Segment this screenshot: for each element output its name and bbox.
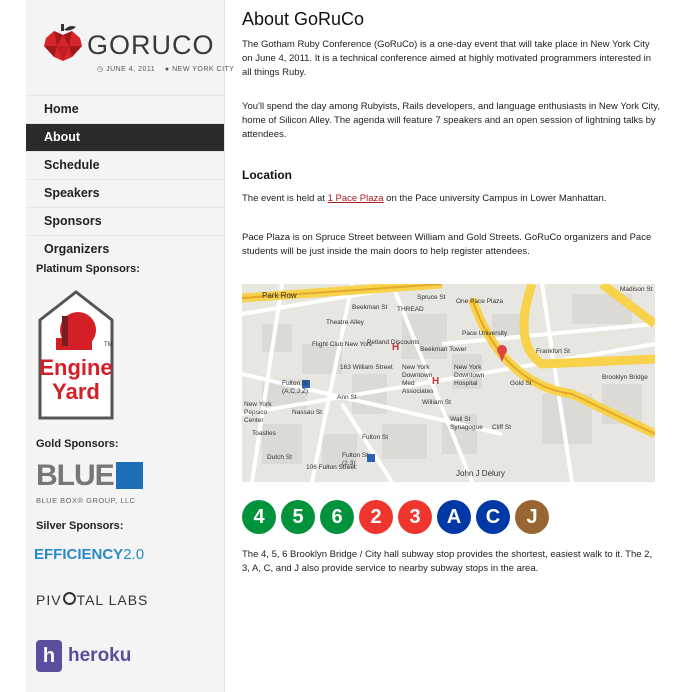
map-label: Nassau St: [292, 409, 322, 416]
event-suffix: on the Pace university Campus in Lower M…: [383, 193, 607, 204]
map-label: 106 Fulton Street: [306, 464, 356, 471]
event-meta: ◷ JUNE 4, 2011 ● NEW YORK CITY: [97, 65, 234, 73]
sidebar: GORUCO ◷ JUNE 4, 2011 ● NEW YORK CITY Ho…: [26, 0, 234, 692]
subway-bullet-5[interactable]: 5: [281, 500, 315, 534]
map-label: Theatre Alley: [326, 319, 364, 326]
logo-wordmark: GORUCO: [87, 30, 215, 60]
map-label: New York Downtown Med Associates: [402, 364, 434, 395]
map-label: Cliff St: [492, 424, 512, 431]
event-date: JUNE 4, 2011: [106, 66, 156, 73]
goruco-logo[interactable]: GORUCO ◷ JUNE 4, 2011 ● NEW YORK CITY: [42, 12, 234, 82]
location-map[interactable]: H H Park Row Beekman St Spruce St One Pa…: [242, 284, 655, 482]
map-label: New York Pepsico Center: [244, 401, 272, 424]
subway-bullet-j[interactable]: J: [515, 500, 549, 534]
map-label: New York Downtown Hospital: [454, 364, 485, 387]
subway-bullet-6[interactable]: 6: [320, 500, 354, 534]
map-label: Frankfort St: [536, 348, 570, 355]
efficiency-wordmark: EFFICIENCY: [34, 546, 124, 563]
subway-bullet-3[interactable]: 3: [398, 500, 432, 534]
page-title: About GoRuCo: [242, 9, 365, 29]
map-label: Park Row: [262, 291, 297, 300]
map-label: Fulton St (A,C,J,Z): [282, 380, 309, 395]
subway-paragraph: The 4, 5, 6 Brooklyn Bridge / City hall …: [242, 549, 653, 574]
subway-bullet-4[interactable]: 4: [242, 500, 276, 534]
map-label: Spruce St: [417, 294, 446, 301]
main-nav: Home About Schedule Speakers Sponsors Or…: [26, 95, 224, 263]
map-label: One Pace Plaza: [456, 298, 503, 305]
pace-plaza-paragraph: Pace Plaza is on Spruce Street between W…: [242, 232, 652, 257]
map-label: William St: [422, 399, 451, 406]
map-label: Petland Discounts: [367, 339, 420, 346]
efficiency-logo[interactable]: EFFICIENCY2.0: [34, 546, 144, 563]
subway-bullet-a[interactable]: A: [437, 500, 471, 534]
efficiency-version: 2.0: [123, 546, 145, 563]
intro-paragraph: The Gotham Ruby Conference (GoRuCo) is a…: [242, 39, 652, 78]
map-label: 163 William Street: [340, 364, 393, 371]
location-heading: Location: [242, 168, 292, 182]
blue-box-logo[interactable]: BLUE BLUE BOX® GROUP, LLC: [36, 460, 166, 510]
heroku-wordmark: heroku: [68, 645, 132, 666]
event-location-paragraph: The event is held at 1 Pace Plaza on the…: [242, 192, 662, 206]
nav-organizers[interactable]: Organizers: [26, 235, 224, 263]
map-label: Toasties: [252, 430, 276, 437]
blue-box-wordmark: BLUE: [36, 459, 115, 492]
pivotal-post: TAL LABS: [76, 592, 149, 608]
blue-box-tagline: BLUE BOX® GROUP, LLC: [36, 496, 136, 505]
subway-bullet-c[interactable]: C: [476, 500, 510, 534]
map-label: Madison St: [620, 286, 653, 293]
map-label: THREAD: [397, 306, 424, 313]
blue-box-square-icon: [116, 462, 143, 489]
nav-about[interactable]: About: [26, 123, 224, 151]
trademark-mark: TM: [104, 342, 113, 348]
map-label: Beekman St: [352, 304, 388, 311]
map-label: Ann St: [337, 394, 357, 401]
heroku-icon: h: [36, 640, 62, 672]
pin-icon: ●: [164, 66, 170, 73]
nav-sponsors[interactable]: Sponsors: [26, 207, 224, 235]
map-label: Brooklyn Bridge: [602, 374, 648, 381]
map-labels: Park Row Beekman St Spruce St One Pace P…: [242, 284, 655, 482]
spend-paragraph: You'll spend the day among Rubyists, Rai…: [242, 101, 660, 140]
map-label: Beekman Tower: [420, 346, 467, 353]
gold-sponsors-heading: Gold Sponsors:: [36, 438, 119, 450]
subway-bullet-2[interactable]: 2: [359, 500, 393, 534]
calendar-icon: ◷: [97, 66, 104, 73]
map-label: Pace University: [462, 330, 508, 337]
pace-plaza-link[interactable]: 1 Pace Plaza: [328, 193, 384, 204]
map-label: Flight Club New York: [312, 341, 373, 348]
pivotal-dot-icon: [62, 592, 76, 605]
nav-home[interactable]: Home: [26, 95, 224, 123]
engine-yard-line2: Yard: [52, 379, 100, 404]
silver-sponsors-heading: Silver Sponsors:: [36, 520, 124, 532]
event-location: NEW YORK CITY: [172, 66, 235, 73]
subway-lines: 4 5 6 2 3 A C J: [242, 500, 549, 534]
nav-schedule[interactable]: Schedule: [26, 151, 224, 179]
map-label: John J Delury: [456, 469, 505, 478]
map-label: Wall St Synagogue: [450, 416, 483, 431]
event-prefix: The event is held at: [242, 193, 328, 204]
apple-icon: [44, 24, 82, 61]
map-label: Dutch St: [267, 454, 292, 461]
pivotal-pre: PIV: [36, 592, 62, 608]
map-label: Fulton St: [362, 434, 389, 441]
platinum-sponsors-heading: Platinum Sponsors:: [36, 263, 140, 275]
engine-yard-logo[interactable]: Engine Yard TM: [36, 290, 116, 420]
pivotal-labs-logo[interactable]: PIV TAL LABS: [36, 592, 148, 608]
engine-yard-line1: Engine: [39, 355, 113, 380]
map-label: Gold St: [510, 380, 532, 387]
nav-speakers[interactable]: Speakers: [26, 179, 224, 207]
